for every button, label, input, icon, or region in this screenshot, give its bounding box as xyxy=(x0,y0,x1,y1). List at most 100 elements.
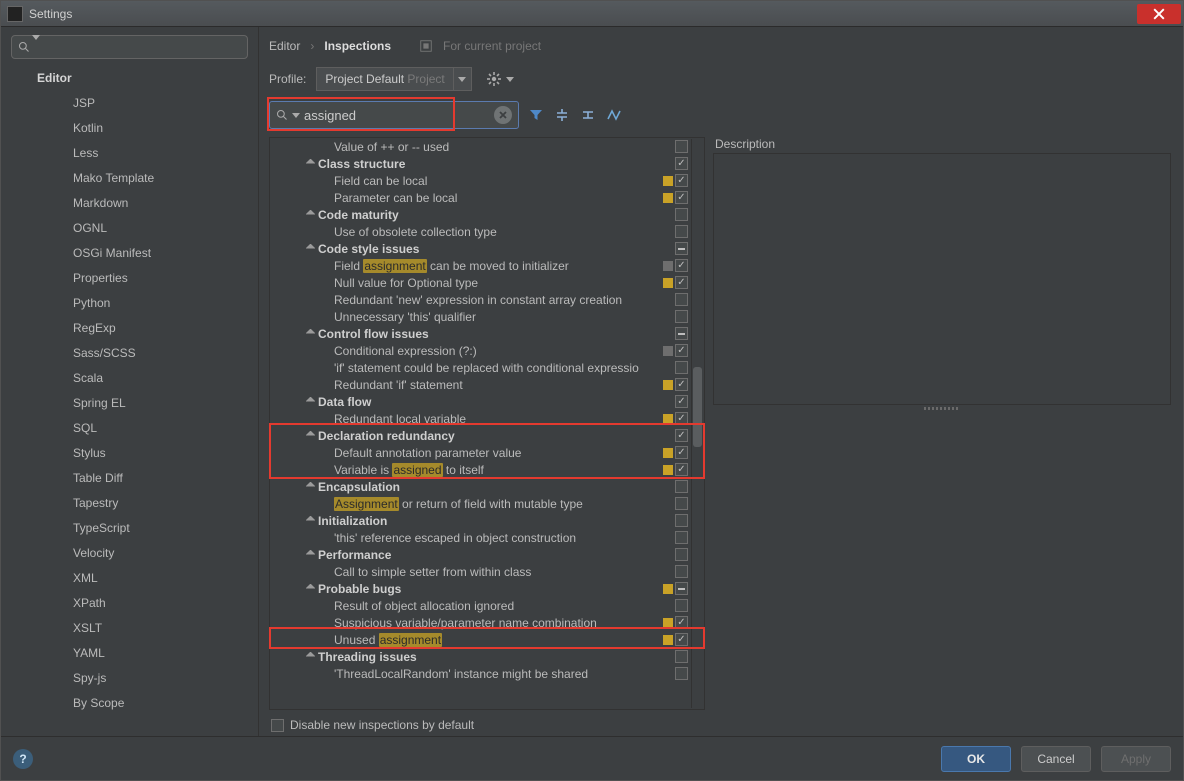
inspection-checkbox[interactable] xyxy=(675,140,688,153)
tree-item[interactable]: 'ThreadLocalRandom' instance might be sh… xyxy=(270,665,690,682)
sidebar-section-editor[interactable]: Editor xyxy=(1,63,258,91)
tree-group[interactable]: Data flow xyxy=(270,393,690,410)
inspection-checkbox[interactable] xyxy=(675,463,688,476)
sidebar-search-input[interactable] xyxy=(11,35,248,59)
tree-item[interactable]: Field can be local xyxy=(270,172,690,189)
inspection-checkbox[interactable] xyxy=(675,225,688,238)
inspection-checkbox[interactable] xyxy=(675,412,688,425)
sidebar-item[interactable]: XPath xyxy=(1,591,258,616)
disable-new-inspections-checkbox[interactable] xyxy=(271,719,284,732)
inspection-checkbox[interactable] xyxy=(675,361,688,374)
sidebar-item[interactable]: RegExp xyxy=(1,316,258,341)
inspection-checkbox[interactable] xyxy=(675,497,688,510)
inspection-checkbox[interactable] xyxy=(675,276,688,289)
inspection-checkbox[interactable] xyxy=(675,667,688,680)
tree-group[interactable]: Probable bugs xyxy=(270,580,690,597)
inspections-tree[interactable]: Value of ++ or -- usedClass structureFie… xyxy=(269,137,705,710)
apply-button[interactable]: Apply xyxy=(1101,746,1171,772)
inspection-checkbox[interactable] xyxy=(675,565,688,578)
inspection-checkbox[interactable] xyxy=(675,650,688,663)
inspections-search-input[interactable] xyxy=(269,101,519,129)
tree-item[interactable]: Unnecessary 'this' qualifier xyxy=(270,308,690,325)
tree-item[interactable]: Variable is assigned to itself xyxy=(270,461,690,478)
sidebar-item[interactable]: Sass/SCSS xyxy=(1,341,258,366)
sidebar-item[interactable]: Markdown xyxy=(1,191,258,216)
tree-item[interactable]: Use of obsolete collection type xyxy=(270,223,690,240)
expand-icon[interactable] xyxy=(304,328,316,340)
sidebar-item[interactable]: Table Diff xyxy=(1,466,258,491)
reset-icon[interactable] xyxy=(605,106,623,124)
inspection-checkbox[interactable] xyxy=(675,344,688,357)
gear-icon[interactable] xyxy=(486,71,502,87)
inspection-checkbox[interactable] xyxy=(675,327,688,340)
breadcrumb-root[interactable]: Editor xyxy=(269,39,300,53)
inspection-checkbox[interactable] xyxy=(675,514,688,527)
tree-group[interactable]: Performance xyxy=(270,546,690,563)
expand-icon[interactable] xyxy=(304,243,316,255)
sidebar-item[interactable]: Spring EL xyxy=(1,391,258,416)
ok-button[interactable]: OK xyxy=(941,746,1011,772)
tree-item[interactable]: Suspicious variable/parameter name combi… xyxy=(270,614,690,631)
sidebar-item[interactable]: OGNL xyxy=(1,216,258,241)
expand-icon[interactable] xyxy=(304,430,316,442)
tree-group[interactable]: Initialization xyxy=(270,512,690,529)
tree-scrollbar[interactable] xyxy=(691,139,703,708)
expand-icon[interactable] xyxy=(304,481,316,493)
tree-item[interactable]: Redundant 'if' statement xyxy=(270,376,690,393)
sidebar-item[interactable]: SQL xyxy=(1,416,258,441)
inspection-checkbox[interactable] xyxy=(675,293,688,306)
profile-combo[interactable]: Project Default Project xyxy=(316,67,471,91)
inspection-checkbox[interactable] xyxy=(675,259,688,272)
inspection-checkbox[interactable] xyxy=(675,616,688,629)
sidebar-item[interactable]: XML xyxy=(1,566,258,591)
sidebar-item[interactable]: By Scope xyxy=(1,691,258,716)
inspection-checkbox[interactable] xyxy=(675,174,688,187)
inspection-checkbox[interactable] xyxy=(675,480,688,493)
sidebar-item[interactable]: Scala xyxy=(1,366,258,391)
expand-icon[interactable] xyxy=(304,396,316,408)
inspection-checkbox[interactable] xyxy=(675,242,688,255)
tree-item[interactable]: Redundant 'new' expression in constant a… xyxy=(270,291,690,308)
sidebar-item[interactable]: YAML xyxy=(1,641,258,666)
inspection-checkbox[interactable] xyxy=(675,633,688,646)
inspection-checkbox[interactable] xyxy=(675,395,688,408)
tree-item[interactable]: Field assignment can be moved to initial… xyxy=(270,257,690,274)
inspection-checkbox[interactable] xyxy=(675,191,688,204)
inspection-checkbox[interactable] xyxy=(675,157,688,170)
tree-item[interactable]: Assignment or return of field with mutab… xyxy=(270,495,690,512)
tree-item[interactable]: Call to simple setter from within class xyxy=(270,563,690,580)
inspection-checkbox[interactable] xyxy=(675,310,688,323)
tree-item[interactable]: Unused assignment xyxy=(270,631,690,648)
sidebar-item[interactable]: XSLT xyxy=(1,616,258,641)
window-close-button[interactable] xyxy=(1137,4,1181,24)
inspection-checkbox[interactable] xyxy=(675,599,688,612)
clear-search-button[interactable] xyxy=(494,106,512,124)
sidebar-item[interactable]: Properties xyxy=(1,266,258,291)
inspection-checkbox[interactable] xyxy=(675,208,688,221)
sidebar-item[interactable]: Tapestry xyxy=(1,491,258,516)
tree-item[interactable]: Value of ++ or -- used xyxy=(270,138,690,155)
sidebar-item[interactable]: Less xyxy=(1,141,258,166)
tree-item[interactable]: Result of object allocation ignored xyxy=(270,597,690,614)
inspections-search-field[interactable] xyxy=(304,108,490,123)
disable-new-inspections-row[interactable]: Disable new inspections by default xyxy=(259,716,1181,736)
tree-item[interactable]: Default annotation parameter value xyxy=(270,444,690,461)
cancel-button[interactable]: Cancel xyxy=(1021,746,1091,772)
expand-icon[interactable] xyxy=(304,583,316,595)
tree-item[interactable]: Redundant local variable xyxy=(270,410,690,427)
inspection-checkbox[interactable] xyxy=(675,582,688,595)
sidebar-item[interactable]: Mako Template xyxy=(1,166,258,191)
tree-group[interactable]: Code maturity xyxy=(270,206,690,223)
expand-icon[interactable] xyxy=(304,515,316,527)
sidebar-item[interactable]: Kotlin xyxy=(1,116,258,141)
tree-item[interactable]: Null value for Optional type xyxy=(270,274,690,291)
expand-icon[interactable] xyxy=(304,549,316,561)
tree-group[interactable]: Threading issues xyxy=(270,648,690,665)
resize-handle[interactable] xyxy=(713,405,1171,411)
tree-group[interactable]: Declaration redundancy xyxy=(270,427,690,444)
tree-group[interactable]: Code style issues xyxy=(270,240,690,257)
tree-item[interactable]: 'if' statement could be replaced with co… xyxy=(270,359,690,376)
expand-all-icon[interactable] xyxy=(553,106,571,124)
inspection-checkbox[interactable] xyxy=(675,429,688,442)
inspection-checkbox[interactable] xyxy=(675,378,688,391)
